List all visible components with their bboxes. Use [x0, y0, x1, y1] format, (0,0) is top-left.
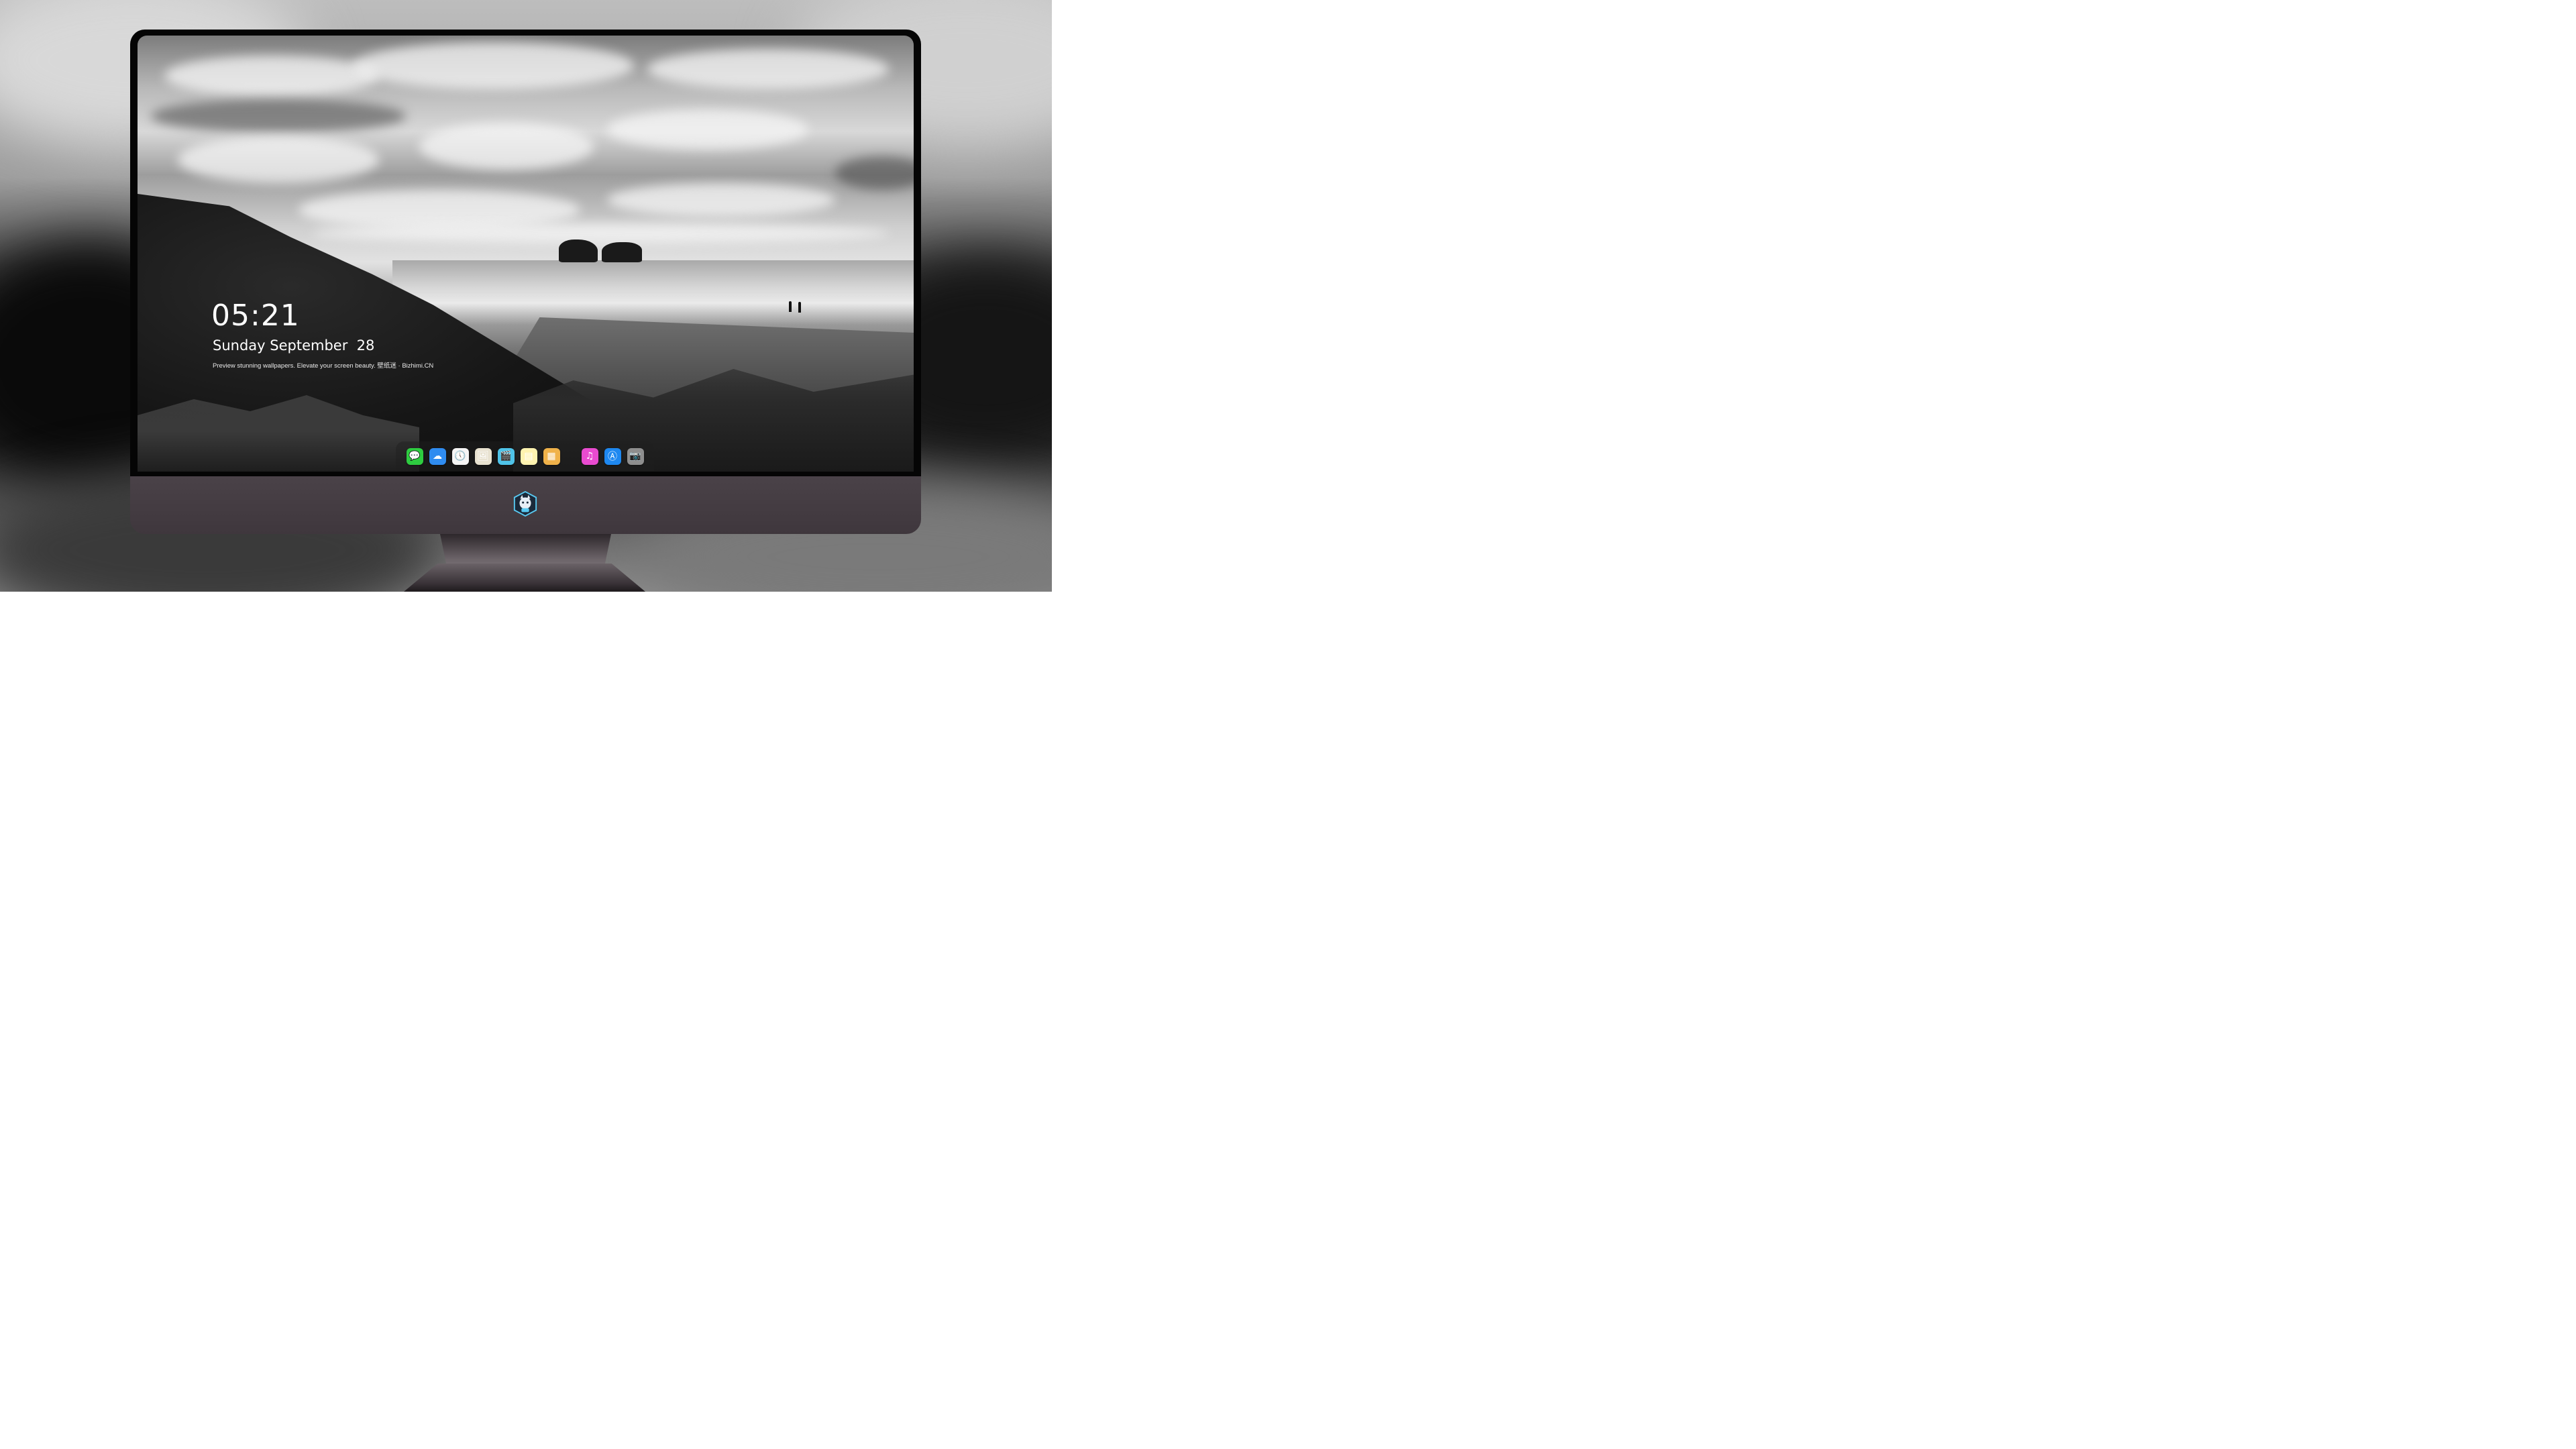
cloud — [178, 136, 379, 183]
app-store-icon[interactable]: Ⓐ — [604, 447, 621, 465]
photo-booth-icon[interactable]: ▦ — [543, 447, 560, 465]
scene-background: 05:21 Sunday September 28 Preview stunni… — [0, 0, 1052, 592]
mascot-logo-icon — [513, 491, 537, 517]
person-silhouette — [789, 301, 792, 312]
lock-screen-info: 05:21 Sunday September 28 Preview stunni… — [211, 299, 433, 371]
cloud — [151, 99, 406, 133]
wallpaper-caption: Preview stunning wallpapers. Elevate you… — [213, 362, 434, 370]
cloud — [607, 109, 808, 150]
desktop-screen[interactable]: 05:21 Sunday September 28 Preview stunni… — [138, 36, 914, 472]
cloud — [835, 156, 914, 190]
cloud — [647, 49, 889, 89]
monitor-stand-base — [404, 564, 645, 592]
notes-icon[interactable]: ▤ — [520, 447, 537, 465]
cloud — [312, 223, 889, 244]
clock-time: 05:21 — [211, 299, 300, 333]
cloud — [419, 123, 594, 170]
sea-rock — [559, 239, 598, 262]
dock: 💬 ☁ 🕔 🖼 🎬 ▤ ▦ ♫ Ⓐ 📷 — [396, 441, 654, 471]
cloud — [352, 42, 634, 89]
messages-icon[interactable]: 💬 — [406, 447, 423, 465]
cloud — [607, 183, 835, 217]
camera-icon[interactable]: 📷 — [627, 447, 644, 465]
clock-date: Sunday September 28 — [213, 337, 375, 354]
person-silhouette — [798, 302, 801, 313]
claquette-icon[interactable]: 🎬 — [497, 447, 515, 465]
weather-icon[interactable]: ☁ — [429, 447, 446, 465]
preview-icon[interactable]: 🖼 — [474, 447, 492, 465]
sea-rock — [602, 242, 642, 262]
clock-icon[interactable]: 🕔 — [451, 447, 469, 465]
itunes-icon[interactable]: ♫ — [581, 447, 598, 465]
cloud — [164, 56, 379, 96]
